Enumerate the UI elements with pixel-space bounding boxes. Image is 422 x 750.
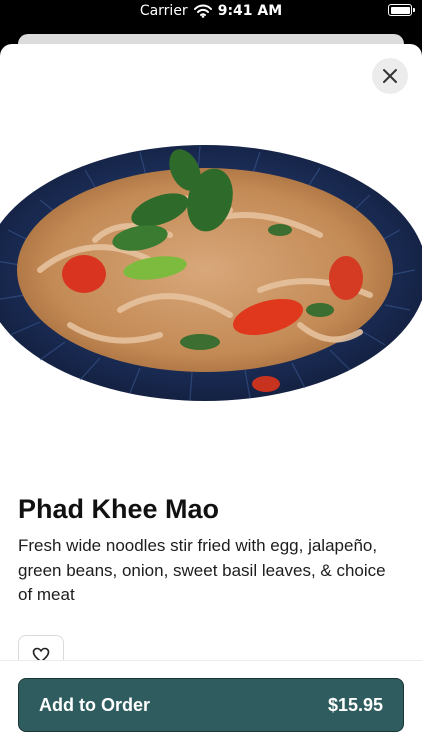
close-icon — [383, 69, 397, 83]
price-label: $15.95 — [327, 694, 383, 715]
status-bar: Carrier 9:41 AM — [0, 0, 422, 24]
carrier-label: Carrier — [139, 3, 188, 19]
footer: Add to Order $15.95 — [0, 660, 422, 750]
battery-level — [390, 6, 410, 14]
dish-title: Phad Khee Mao — [18, 494, 220, 524]
status-time: 9:41 AM — [217, 3, 283, 19]
wifi-icon — [193, 4, 212, 18]
battery-icon — [388, 4, 415, 16]
dish-description: Fresh wide noodles stir fried with egg, … — [18, 536, 386, 604]
add-to-order-button[interactable]: Add to Order $15.95 — [18, 678, 404, 732]
add-to-order-label: Add to Order — [39, 694, 150, 715]
dish-image — [0, 145, 422, 401]
item-detail-sheet: Phad Khee Mao Fresh wide noodles stir fr… — [0, 44, 422, 750]
close-button[interactable] — [372, 58, 408, 94]
status-center: Carrier 9:41 AM — [0, 3, 422, 19]
